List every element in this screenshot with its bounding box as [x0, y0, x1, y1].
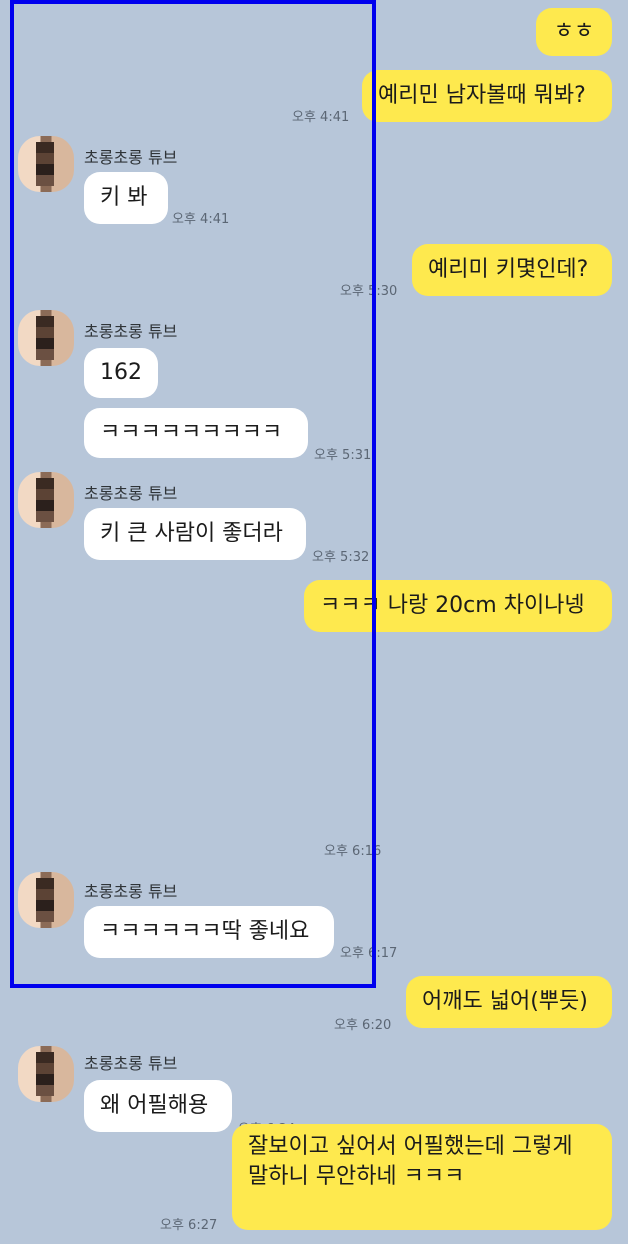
- message-text: ㅎㅎ: [553, 19, 595, 44]
- their-message-bubble[interactable]: 왜 어필해용: [84, 1080, 232, 1132]
- my-message-bubble[interactable]: 예리미 키몇인데?: [412, 244, 612, 296]
- avatar-image: [36, 878, 54, 922]
- contact-avatar[interactable]: [18, 472, 74, 528]
- avatar-image: [36, 142, 54, 186]
- message-text: 키 큰 사람이 좋더라: [100, 521, 283, 546]
- avatar-image: [36, 1052, 54, 1096]
- my-message-bubble[interactable]: ㅎㅎ: [536, 8, 612, 56]
- my-message-bubble[interactable]: ㅋㅋㅋ 나랑 20cm 차이나넹: [304, 580, 612, 632]
- message-text: 어깨도 넓어(뿌듯): [422, 989, 588, 1014]
- contact-name: 초롱초롱 튜브: [84, 882, 178, 901]
- message-text: 예리미 키몇인데?: [428, 257, 589, 282]
- message-text: ㅋㅋㅋ 나랑 20cm 차이나넹: [320, 593, 585, 618]
- message-time: 오후 5:31: [314, 448, 372, 463]
- contact-name: 초롱초롱 튜브: [84, 148, 178, 167]
- message-text: ㅋㅋㅋㅋㅋㅋ딱 좋네요: [100, 919, 310, 944]
- avatar-image: [36, 316, 54, 360]
- contact-avatar[interactable]: [18, 872, 74, 928]
- message-time: 오후 5:32: [312, 550, 370, 565]
- message-time: 오후 6:17: [340, 946, 398, 961]
- message-text: 162: [100, 360, 142, 385]
- contact-name: 초롱초롱 튜브: [84, 484, 178, 503]
- their-message-bubble[interactable]: ㅋㅋㅋㅋㅋㅋ딱 좋네요: [84, 906, 334, 958]
- contact-name: 초롱초롱 튜브: [84, 1054, 178, 1073]
- message-time: 오후 4:41: [172, 212, 230, 227]
- contact-avatar[interactable]: [18, 1046, 74, 1102]
- my-message-bubble[interactable]: 어깨도 넓어(뿌듯): [406, 976, 612, 1028]
- message-time: 오후 6:20: [334, 1018, 392, 1033]
- their-message-bubble[interactable]: ㅋㅋㅋㅋㅋㅋㅋㅋㅋ: [84, 408, 308, 458]
- their-message-bubble[interactable]: 키 큰 사람이 좋더라: [84, 508, 306, 560]
- message-text: 왜 어필해용: [100, 1093, 209, 1118]
- message-text: 예리민 남자볼때 뭐봐?: [378, 83, 586, 108]
- their-message-bubble[interactable]: 키 봐: [84, 172, 168, 224]
- message-text: ㅋㅋㅋㅋㅋㅋㅋㅋㅋ: [100, 420, 283, 445]
- message-time: 오후 4:41: [292, 110, 350, 125]
- avatar-image: [36, 478, 54, 522]
- message-time: 오후 5:30: [340, 284, 398, 299]
- contact-avatar[interactable]: [18, 310, 74, 366]
- message-time: 오후 6:27: [160, 1218, 218, 1233]
- my-message-bubble[interactable]: 잘보이고 싶어서 어필했는데 그렇게 말하니 무안하네 ㅋㅋㅋ: [232, 1124, 612, 1230]
- contact-name: 초롱초롱 튜브: [84, 322, 178, 341]
- message-text: 키 봐: [100, 185, 148, 210]
- message-time: 오후 6:16: [324, 844, 382, 859]
- contact-avatar[interactable]: [18, 136, 74, 192]
- message-text: 잘보이고 싶어서 어필했는데 그렇게 말하니 무안하네 ㅋㅋㅋ: [248, 1134, 573, 1189]
- my-message-bubble[interactable]: 예리민 남자볼때 뭐봐?: [362, 70, 612, 122]
- their-message-bubble[interactable]: 162: [84, 348, 158, 398]
